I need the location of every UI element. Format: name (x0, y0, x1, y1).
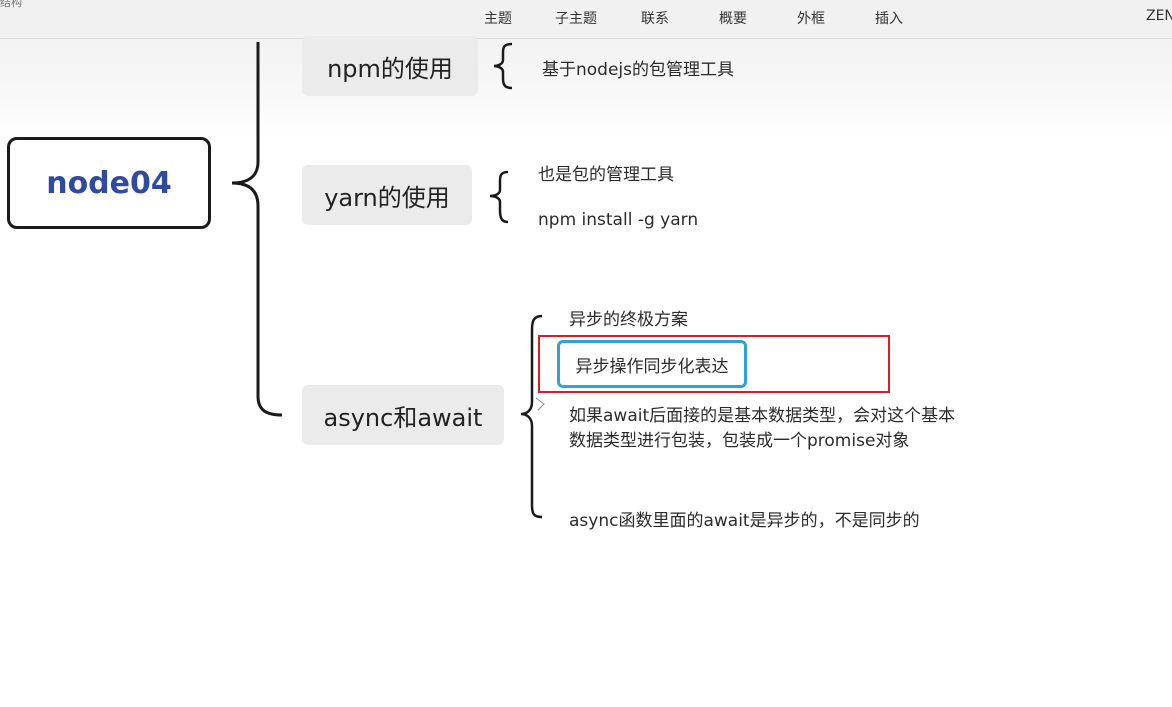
subtopic-async-2-selected[interactable]: 异步操作同步化表达 (557, 340, 747, 388)
toolbar-subtopic-button[interactable]: 子主题 (555, 8, 597, 28)
toolbar-insert-button[interactable]: 插入 (875, 8, 903, 28)
subtopic-yarn-2[interactable]: npm install -g yarn (538, 210, 698, 230)
app-brand: ZEN (1146, 8, 1172, 24)
toolbar-topic-button[interactable]: 主题 (484, 8, 512, 28)
subtopic-async-4[interactable]: async函数里面的await是异步的，不是同步的 (569, 506, 920, 531)
topic-yarn[interactable]: yarn的使用 (302, 165, 472, 225)
toolbar-relationship-button[interactable]: 联系 (641, 8, 669, 28)
topic-yarn-label: yarn的使用 (324, 183, 450, 212)
toolbar-summary-button[interactable]: 概要 (719, 8, 747, 28)
subtopic-npm-1[interactable]: 基于nodejs的包管理工具 (542, 55, 734, 80)
topic-npm-label: npm的使用 (327, 54, 453, 83)
top-toolbar: 结构 主题 子主题 联系 概要 外框 插入 ZEN (0, 0, 1172, 39)
subtopic-yarn-1[interactable]: 也是包的管理工具 (538, 160, 674, 185)
toolbar-corner-label: 结构 (0, 0, 22, 9)
toolbar-boundary-button[interactable]: 外框 (797, 8, 825, 28)
subtopic-async-3[interactable]: 如果await后面接的是基本数据类型，会对这个基本数据类型进行包装，包装成一个p… (569, 404, 964, 454)
subtopic-async-2-label: 异步操作同步化表达 (575, 356, 729, 377)
topic-async-await[interactable]: async和await (302, 385, 504, 445)
subtopic-async-1[interactable]: 异步的终极方案 (569, 305, 688, 330)
topic-npm[interactable]: npm的使用 (302, 36, 478, 96)
topic-async-await-label: async和await (323, 403, 483, 432)
mindmap-canvas[interactable]: 结构 主题 子主题 联系 概要 外框 插入 ZEN node04 npm的使用 … (0, 0, 1172, 707)
root-topic[interactable]: node04 (7, 137, 211, 229)
root-topic-label: node04 (46, 165, 172, 201)
